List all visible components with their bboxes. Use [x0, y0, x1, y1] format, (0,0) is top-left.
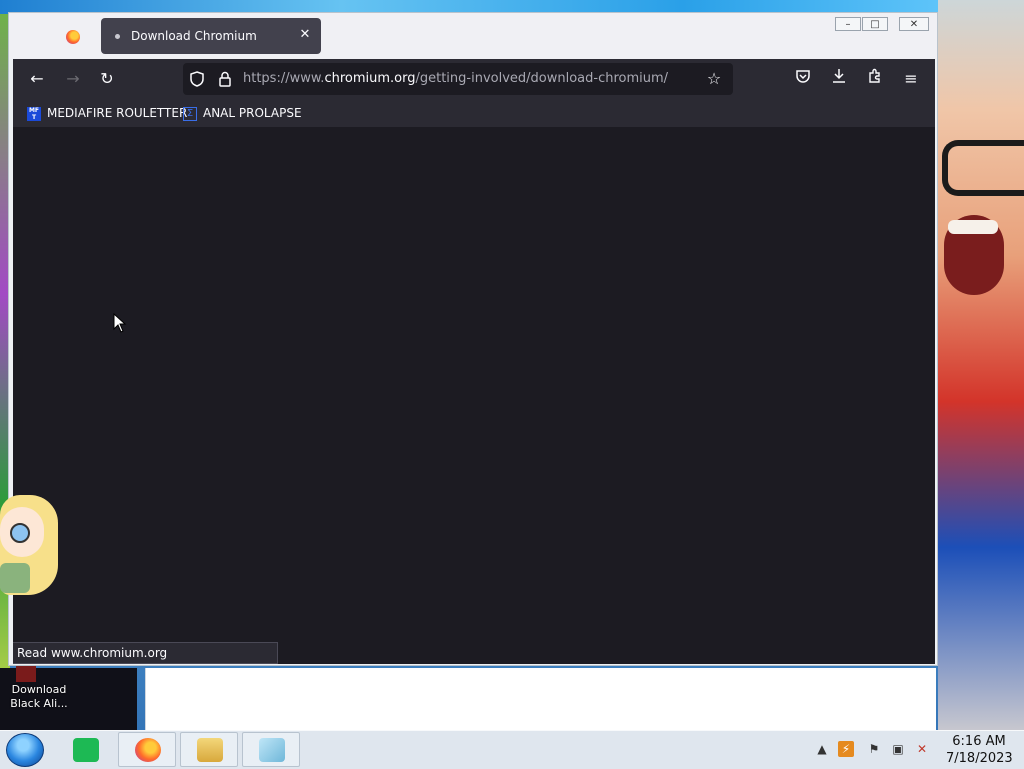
browser-window: Download Chromium ✕ – □ ✕ ← → ↻ https://…	[8, 12, 938, 666]
tray-app-icon[interactable]: ⚡	[838, 741, 854, 757]
bookmark-label: ANAL PROLAPSE	[203, 106, 302, 120]
forward-button[interactable]: →	[61, 67, 85, 91]
taskbar-file-explorer[interactable]	[180, 732, 238, 767]
taskbar-firefox[interactable]	[118, 732, 176, 767]
folder-icon	[197, 738, 223, 762]
show-hidden-icons-icon[interactable]: ▲	[814, 741, 830, 757]
bookmark-item-mediafire[interactable]: MF T MEDIAFIRE ROULETTER	[27, 105, 187, 121]
background-window	[145, 668, 936, 730]
extensions-icon[interactable]	[863, 67, 887, 91]
downloads-icon[interactable]	[827, 67, 851, 91]
sigma-icon: Σ	[183, 106, 197, 121]
loading-dot-icon	[115, 34, 120, 39]
firefox-icon	[135, 738, 161, 762]
bookmark-item-second[interactable]: Σ ANAL PROLAPSE	[183, 105, 302, 121]
bookmark-star-icon[interactable]: ☆	[705, 70, 723, 88]
taskbar-spotify-like-app[interactable]	[56, 732, 114, 767]
action-center-flag-icon[interactable]: ⚑	[866, 741, 882, 757]
maximize-button[interactable]: □	[862, 17, 888, 31]
taskbar: ▲ ⚡ ⚑ ▣ ✕ 6:16 AM 7/18/2023	[0, 730, 1024, 769]
bookmark-label: MEDIAFIRE ROULETTER	[47, 106, 188, 120]
clock-date: 7/18/2023	[946, 751, 1013, 766]
desktop-icon-label[interactable]: Download Black Ali...	[4, 683, 74, 711]
mediafire-icon: MF T	[27, 106, 41, 121]
desktop-sticker	[0, 485, 60, 605]
url-scheme: https://www.	[243, 71, 325, 86]
clock-time: 6:16 AM	[952, 734, 1006, 749]
clock[interactable]: 6:16 AM 7/18/2023	[946, 733, 1013, 767]
taskbar-notepad[interactable]	[242, 732, 300, 767]
bookmarks-toolbar: MF T MEDIAFIRE ROULETTER Σ ANAL PROLAPSE	[13, 99, 935, 128]
navigation-toolbar: ← → ↻ https://www.chromium.org/getting-i…	[13, 59, 935, 99]
firefox-icon	[66, 30, 80, 44]
desktop-wallpaper-right	[938, 0, 1024, 730]
tracking-protection-icon[interactable]	[189, 71, 205, 87]
wallpaper-glasses	[942, 140, 1024, 196]
tab-download-chromium[interactable]: Download Chromium ✕	[101, 18, 321, 54]
url-path: /getting-involved/download-chromium/	[415, 71, 669, 86]
start-button[interactable]	[6, 733, 44, 767]
sticker-body	[0, 563, 30, 593]
url-text[interactable]: https://www.chromium.org/getting-involve…	[243, 71, 668, 86]
volume-muted-icon[interactable]: ✕	[914, 741, 930, 757]
pocket-icon[interactable]	[791, 67, 815, 91]
tab-close-icon[interactable]: ✕	[297, 26, 313, 44]
status-bar: Read www.chromium.org	[13, 642, 278, 664]
desktop-icon-image[interactable]	[16, 666, 36, 682]
sticker-eye	[10, 523, 30, 543]
tab-title: Download Chromium	[131, 29, 257, 43]
back-button[interactable]: ←	[25, 67, 49, 91]
app-green-icon	[73, 738, 99, 762]
minimize-button[interactable]: –	[835, 17, 861, 31]
page-content[interactable]	[13, 128, 935, 664]
network-icon[interactable]: ▣	[890, 741, 906, 757]
notepad-icon	[259, 738, 285, 762]
reload-button[interactable]: ↻	[95, 67, 119, 91]
wallpaper-teeth	[948, 220, 998, 234]
url-bar[interactable]: https://www.chromium.org/getting-involve…	[183, 63, 733, 95]
url-host: chromium.org	[324, 71, 416, 86]
menu-icon[interactable]: ≡	[899, 67, 923, 91]
tab-strip: Download Chromium ✕ – □ ✕	[9, 13, 937, 59]
lock-icon[interactable]	[217, 71, 233, 87]
close-window-button[interactable]: ✕	[899, 17, 929, 31]
